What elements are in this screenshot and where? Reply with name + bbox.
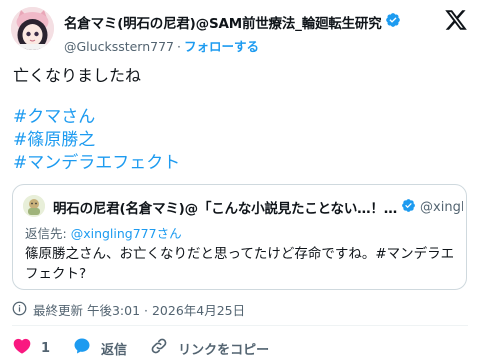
quoted-name-row: 明石の尼君(名倉マミ)@「こんな小説見たことない…！… @xingl…: [53, 197, 463, 217]
quoted-author-handle[interactable]: @xingl…: [420, 200, 463, 215]
action-bar: 1 返信 リンクをコピー: [12, 336, 291, 360]
quoted-post-text: 篠原勝之さん、お亡くなりだと思ってたけど存命ですね。#マンデラエフェクト?: [25, 246, 455, 282]
quoted-post[interactable]: 明石の尼君(名倉マミ)@「こんな小説見たことない…！… @xingl… 返信先:…: [12, 184, 467, 290]
hashtag-list: #クマさん #篠原勝之 #マンデラエフェクト: [13, 106, 180, 175]
hashtag-link[interactable]: #クマさん: [13, 106, 180, 129]
like-button[interactable]: 1: [12, 336, 50, 360]
reply-button[interactable]: 返信: [72, 336, 127, 360]
info-icon[interactable]: [12, 301, 33, 319]
link-icon: [149, 336, 178, 360]
author-name-row: 名倉マミ(明石の尼君)@SAM前世療法_輪廻転生研究: [64, 12, 401, 32]
updated-timestamp[interactable]: 最終更新 午後3:01 · 2026年4月25日: [33, 300, 245, 319]
reply-to-link[interactable]: @xingling777さん: [71, 226, 182, 241]
verified-badge-icon: [397, 198, 420, 217]
reply-label: 返信: [101, 342, 128, 358]
copy-link-button[interactable]: リンクをコピー: [149, 336, 269, 360]
heart-icon: [12, 336, 41, 360]
follow-button[interactable]: フォローする: [184, 39, 259, 54]
author-handle-row: @Glucksstern777 · フォローする: [64, 36, 259, 55]
hashtag-link[interactable]: #マンデラエフェクト: [13, 152, 180, 175]
quoted-author-name[interactable]: 明石の尼君(名倉マミ)@「こんな小説見たことない…！…: [53, 197, 397, 217]
author-avatar[interactable]: [11, 7, 54, 50]
copy-link-label: リンクをコピー: [178, 342, 270, 358]
quoted-author-avatar[interactable]: [23, 195, 45, 217]
post-meta: 最終更新 午後3:01 · 2026年4月25日: [12, 300, 245, 319]
reply-icon: [72, 336, 101, 360]
divider: [12, 325, 468, 326]
verified-badge-icon: [382, 12, 401, 32]
x-logo-icon[interactable]: [444, 8, 468, 32]
quoted-reply-context: 返信先: @xingling777さん: [25, 223, 182, 242]
reply-prefix: 返信先:: [25, 226, 67, 241]
hashtag-link[interactable]: #篠原勝之: [13, 129, 180, 152]
post-card: 名倉マミ(明石の尼君)@SAM前世療法_輪廻転生研究 @Glucksstern7…: [0, 0, 480, 362]
separator: ·: [177, 39, 181, 54]
author-handle[interactable]: @Glucksstern777: [64, 39, 174, 54]
author-name[interactable]: 名倉マミ(明石の尼君)@SAM前世療法_輪廻転生研究: [64, 12, 382, 32]
post-text: 亡くなりましたね: [13, 66, 142, 85]
like-count: 1: [41, 340, 51, 356]
